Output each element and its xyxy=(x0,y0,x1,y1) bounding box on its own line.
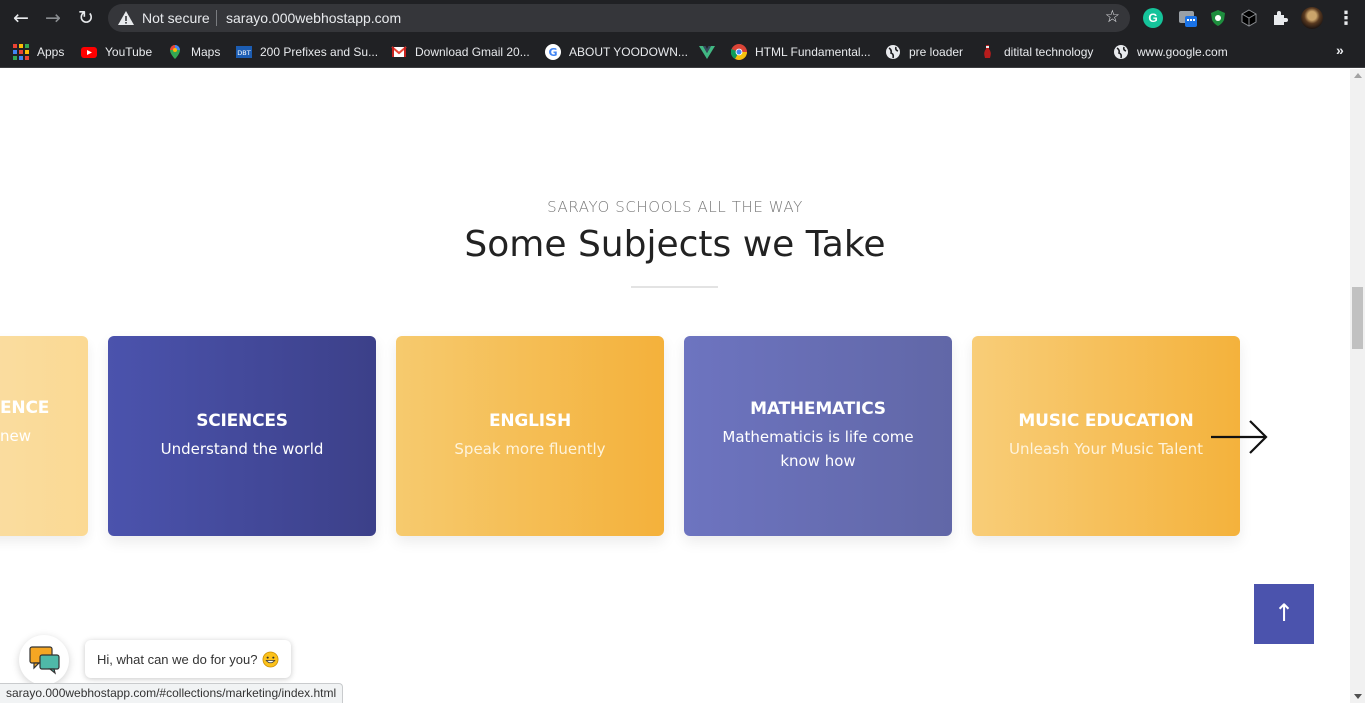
bookmarks-bar: Apps YouTube Maps DBT 200 Prefixes and S… xyxy=(0,36,1365,68)
bookmark-pre-loader[interactable]: pre loader xyxy=(885,42,963,62)
security-label[interactable]: Not secure xyxy=(142,10,210,26)
card-subtitle: Speak more fluently xyxy=(454,440,606,458)
bookmark-label: 200 Prefixes and Su... xyxy=(260,45,379,59)
cube-extension-icon[interactable] xyxy=(1239,8,1259,28)
card-title: MATHEMATICS xyxy=(750,399,886,419)
profile-avatar[interactable] xyxy=(1301,7,1323,29)
subject-card-sciences[interactable]: SCIENCES Understand the world xyxy=(108,336,376,536)
calendar-extension-icon[interactable] xyxy=(1178,8,1198,28)
subject-card-music-education[interactable]: MUSIC EDUCATION Unleash Your Music Talen… xyxy=(972,336,1240,536)
chat-widget-button[interactable] xyxy=(19,635,69,685)
card-subtitle: Mathematicis is life come know how xyxy=(722,428,914,470)
globe-icon xyxy=(886,45,900,59)
gmail-icon xyxy=(391,46,407,57)
bookmark-label: YouTube xyxy=(105,45,153,59)
apps-grid-icon xyxy=(13,44,29,60)
globe-icon xyxy=(1114,45,1128,59)
scroll-down-arrow-icon[interactable] xyxy=(1354,694,1362,699)
chat-bubbles-icon xyxy=(29,646,60,675)
section-title: Some Subjects we Take xyxy=(464,224,886,265)
grinning-emoji-icon xyxy=(262,651,279,667)
browser-menu-icon[interactable]: ⋮ xyxy=(1336,7,1356,29)
back-to-top-button[interactable]: ↑ xyxy=(1254,584,1314,644)
card-title: ENGLISH xyxy=(488,411,572,431)
address-bar[interactable]: Not secure sarayo.000webhostapp.com ☆ xyxy=(108,4,1130,32)
browser-toolbar: ← → ↻ Not secure sarayo.000webhostapp.co… xyxy=(0,0,1365,36)
bookmark-prefixes[interactable]: DBT 200 Prefixes and Su... xyxy=(236,42,378,62)
bookmark-youtube[interactable]: YouTube xyxy=(81,42,152,62)
page-viewport: SARAYO SCHOOLS ALL THE WAY Some Subjects… xyxy=(0,69,1350,703)
scroll-up-arrow-icon[interactable] xyxy=(1354,73,1362,78)
bookmark-gmail[interactable]: Download Gmail 20... xyxy=(391,42,530,62)
dbt-icon: DBT xyxy=(236,46,252,58)
subject-card-mathematics[interactable]: MATHEMATICS Mathematicis is life come kn… xyxy=(684,336,952,536)
carousel-next-arrow-icon[interactable] xyxy=(1209,417,1269,457)
back-arrow-icon[interactable]: ← xyxy=(9,7,33,29)
subject-card-english[interactable]: ENGLISH Speak more fluently xyxy=(396,336,664,536)
bookmark-label: Apps xyxy=(37,45,65,59)
grammarly-icon[interactable]: G xyxy=(1143,8,1163,28)
section-subtitle: SARAYO SCHOOLS ALL THE WAY xyxy=(547,198,803,216)
forward-arrow-icon[interactable]: → xyxy=(41,7,65,29)
bookmarks-overflow-icon[interactable]: » xyxy=(1336,42,1344,58)
chat-message: Hi, what can we do for you? xyxy=(97,651,258,667)
bookmark-label: ditital technology xyxy=(1004,45,1094,59)
bookmark-label: Maps xyxy=(191,45,221,59)
card-subtitle: Unleash Your Music Talent xyxy=(1008,440,1204,458)
bookmark-maps[interactable]: Maps xyxy=(167,42,220,62)
bookmark-vue[interactable] xyxy=(699,42,723,62)
bookmark-label: HTML Fundamental... xyxy=(755,45,871,59)
omnibox-divider xyxy=(216,10,217,26)
card-title: MUSIC EDUCATION xyxy=(1018,411,1194,431)
bookmark-apps[interactable]: Apps xyxy=(13,42,64,62)
title-divider xyxy=(631,286,718,288)
bookmark-yoodown[interactable]: G ABOUT YOODOWN... xyxy=(545,42,688,62)
svg-text:G: G xyxy=(548,46,557,59)
page-scrollbar[interactable] xyxy=(1350,69,1365,703)
svg-text:DBT: DBT xyxy=(237,49,250,57)
chat-greeting-tooltip[interactable]: Hi, what can we do for you? xyxy=(85,640,292,678)
bookmark-label: Download Gmail 20... xyxy=(415,45,530,59)
google-icon: G xyxy=(545,44,561,60)
vuejs-icon xyxy=(699,46,715,59)
scroll-thumb[interactable] xyxy=(1352,287,1363,349)
subject-card-partial[interactable]: ENCE new xyxy=(0,336,88,536)
card-title: ENCE xyxy=(0,398,50,418)
reload-icon[interactable]: ↻ xyxy=(74,7,98,29)
bookmark-google[interactable]: www.google.com xyxy=(1113,42,1228,62)
bookmark-html-fundamentals[interactable]: HTML Fundamental... xyxy=(731,42,871,62)
bookmark-label: www.google.com xyxy=(1137,45,1228,59)
chrome-icon xyxy=(731,44,747,60)
youtube-icon xyxy=(81,47,97,58)
maps-pin-icon xyxy=(170,45,180,59)
bookmark-label: ABOUT YOODOWN... xyxy=(569,45,688,59)
card-title: SCIENCES xyxy=(196,411,288,431)
bookmark-star-icon[interactable]: ☆ xyxy=(1105,7,1120,27)
url-text[interactable]: sarayo.000webhostapp.com xyxy=(226,10,401,26)
wine-icon xyxy=(984,45,991,58)
card-subtitle: new xyxy=(0,427,32,445)
warning-icon[interactable] xyxy=(117,9,135,27)
card-subtitle: Understand the world xyxy=(160,440,324,458)
shield-extension-icon[interactable] xyxy=(1208,8,1228,28)
bookmark-label: pre loader xyxy=(909,45,964,59)
link-status-bar: sarayo.000webhostapp.com/#collections/ma… xyxy=(0,683,344,703)
extensions-puzzle-icon[interactable] xyxy=(1270,8,1290,28)
bookmark-ditital-technology[interactable]: ditital technology xyxy=(980,42,1093,62)
